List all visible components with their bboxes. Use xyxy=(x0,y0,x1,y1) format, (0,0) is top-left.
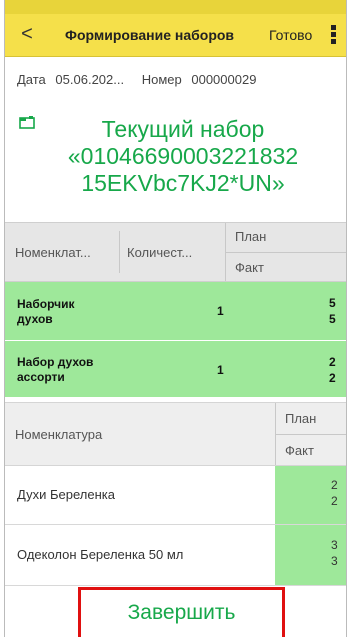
app-bar: < Формирование наборов Готово xyxy=(5,14,346,57)
number-label: Номер xyxy=(141,72,182,87)
current-kit-line-2: «01046690003221832 xyxy=(67,143,299,169)
table-row[interactable]: Наборчик духов 1 5 5 xyxy=(5,282,346,341)
app-frame: < Формирование наборов Готово Дата 05.06… xyxy=(4,0,347,637)
row-name: Духи Береленка xyxy=(17,487,115,502)
finish-button[interactable]: Завершить xyxy=(78,587,285,637)
done-button[interactable]: Готово xyxy=(269,27,312,43)
date-label: Дата xyxy=(17,72,46,87)
row-name: Одеколон Береленка 50 мл xyxy=(17,547,184,562)
column-header-name[interactable]: Номенклатура xyxy=(15,427,102,442)
table-row[interactable]: Одеколон Береленка 50 мл 3 3 xyxy=(5,525,346,586)
back-button[interactable]: < xyxy=(15,22,39,46)
table-row[interactable]: Духи Береленка 2 2 xyxy=(5,466,346,525)
kits-table-header: Номенклат... Количест... План Факт xyxy=(5,222,346,282)
column-header-fact[interactable]: Факт xyxy=(235,260,264,275)
row-name: Набор духов ассорти xyxy=(17,355,94,384)
row-plan: 2 xyxy=(329,355,336,369)
row-fact: 2 xyxy=(329,371,336,385)
row-qty: 1 xyxy=(217,304,224,318)
row-name: Наборчик духов xyxy=(17,297,75,326)
more-menu-icon[interactable] xyxy=(331,25,337,45)
column-header-name[interactable]: Номенклат... xyxy=(15,245,91,260)
column-header-plan[interactable]: План xyxy=(235,229,266,244)
row-plan-fact-cell: 2 2 xyxy=(275,466,346,524)
row-plan: 5 xyxy=(329,296,336,310)
row-qty: 1 xyxy=(217,363,224,377)
status-bar xyxy=(5,0,346,14)
number-value[interactable]: 000000029 xyxy=(191,72,256,87)
current-kit-line-3: 15EKVbc7KJ2*UN» xyxy=(81,170,285,196)
date-value[interactable]: 05.06.202... xyxy=(55,72,124,87)
column-header-fact[interactable]: Факт xyxy=(285,443,314,458)
row-fact: 5 xyxy=(329,312,336,326)
current-kit-title: Текущий набор «01046690003221832 15EKVbc… xyxy=(33,116,333,197)
items-table-header: Номенклатура План Факт xyxy=(5,402,346,466)
column-header-plan[interactable]: План xyxy=(285,411,316,426)
document-info: Дата 05.06.202... Номер 000000029 xyxy=(17,72,262,87)
column-header-qty[interactable]: Количест... xyxy=(127,245,192,260)
table-row[interactable]: Набор духов ассорти 1 2 2 xyxy=(5,341,346,398)
page-title: Формирование наборов xyxy=(65,27,235,43)
row-plan-fact-cell: 3 3 xyxy=(275,525,346,585)
current-kit-line-1: Текущий набор xyxy=(101,116,265,142)
